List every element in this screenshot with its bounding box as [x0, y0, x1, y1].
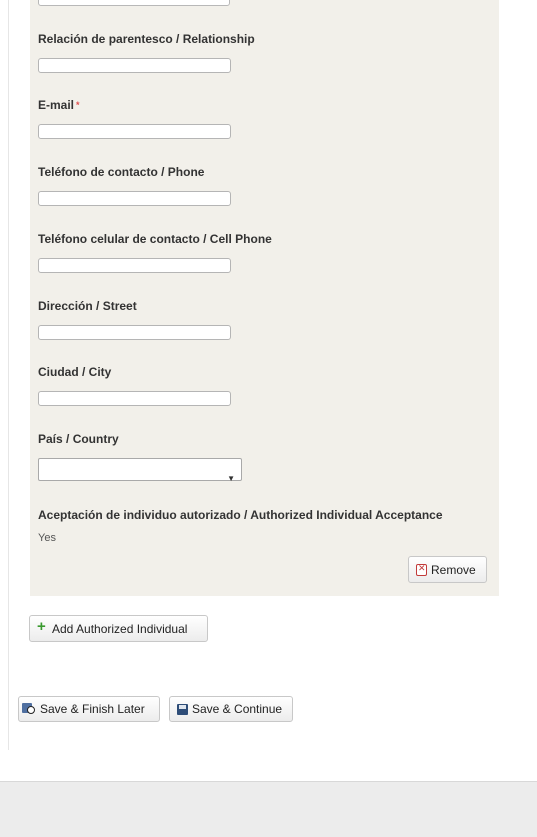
relationship-label: Relación de parentesco / Relationship — [38, 32, 255, 46]
cell-phone-label: Teléfono celular de contacto / Cell Phon… — [38, 232, 272, 246]
email-label-text: E-mail — [38, 98, 75, 112]
cell-phone-field: Teléfono celular de contacto / Cell Phon… — [38, 231, 272, 273]
street-input[interactable] — [38, 325, 231, 340]
street-field: Dirección / Street — [38, 298, 231, 340]
floppy-disk-icon — [177, 703, 188, 715]
city-label: Ciudad / City — [38, 365, 112, 379]
add-button-label: Add Authorized Individual — [52, 621, 188, 636]
save-finish-later-button[interactable]: Save & Finish Later — [18, 696, 160, 722]
plus-icon — [37, 618, 48, 635]
relationship-field: Relación de parentesco / Relationship — [38, 31, 255, 73]
clock-save-icon — [22, 703, 36, 715]
cell-phone-input[interactable] — [38, 258, 231, 273]
country-field: País / Country ▼ — [38, 431, 242, 483]
relationship-input[interactable] — [38, 58, 231, 73]
remove-icon — [416, 563, 427, 576]
previous-field-input[interactable] — [38, 0, 230, 6]
add-authorized-individual-button[interactable]: Add Authorized Individual — [29, 615, 208, 642]
email-label: E-mail * — [38, 97, 231, 113]
city-input[interactable] — [38, 391, 231, 406]
remove-button-label: Remove — [431, 562, 476, 577]
email-input[interactable] — [38, 124, 231, 139]
save-continue-label: Save & Continue — [192, 702, 283, 716]
email-field: E-mail * — [38, 97, 231, 139]
save-continue-button[interactable]: Save & Continue — [169, 696, 293, 722]
remove-button[interactable]: Remove — [408, 556, 487, 583]
country-label: País / Country — [38, 432, 119, 446]
city-field: Ciudad / City — [38, 364, 231, 406]
acceptance-label: Aceptación de individuo autorizado / Aut… — [38, 508, 443, 522]
phone-label: Teléfono de contacto / Phone — [38, 165, 205, 179]
page-footer — [0, 781, 537, 837]
phone-input[interactable] — [38, 191, 231, 206]
acceptance-value: Yes — [38, 532, 56, 544]
street-label: Dirección / Street — [38, 299, 137, 313]
required-marker: * — [76, 100, 80, 110]
save-later-label: Save & Finish Later — [40, 702, 145, 716]
country-select[interactable] — [38, 458, 242, 481]
content-left-border — [8, 0, 9, 750]
authorized-individual-panel: Relación de parentesco / Relationship E-… — [30, 0, 499, 596]
phone-field: Teléfono de contacto / Phone — [38, 164, 231, 206]
country-select-wrapper: ▼ — [38, 458, 242, 483]
